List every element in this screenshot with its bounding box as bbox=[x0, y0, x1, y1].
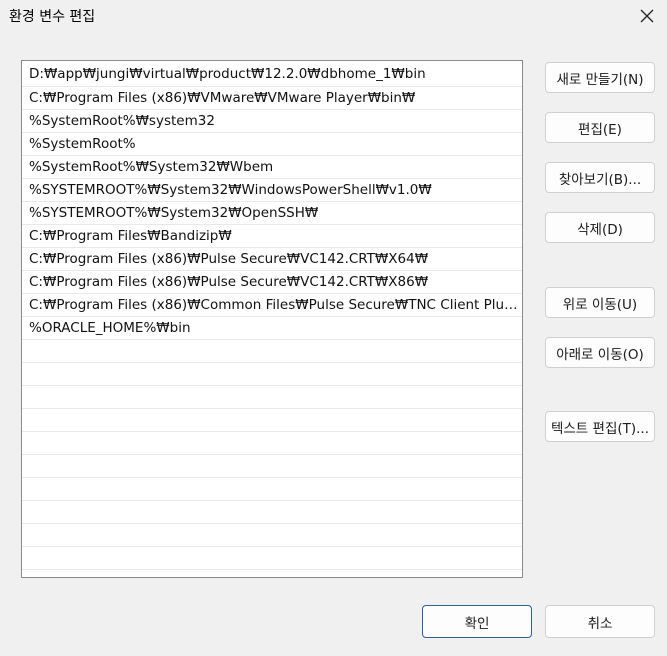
empty-row[interactable] bbox=[22, 409, 522, 432]
empty-row[interactable] bbox=[22, 386, 522, 409]
list-item[interactable]: %ORACLE_HOME%₩bin bbox=[22, 317, 522, 340]
list-item[interactable]: %SystemRoot% bbox=[22, 133, 522, 156]
ok-button[interactable]: 확인 bbox=[422, 605, 532, 638]
empty-row[interactable] bbox=[22, 478, 522, 501]
list-item[interactable]: C:₩Program Files₩Bandizip₩ bbox=[22, 225, 522, 248]
close-button[interactable] bbox=[631, 2, 663, 30]
empty-row[interactable] bbox=[22, 340, 522, 363]
cancel-button[interactable]: 취소 bbox=[545, 605, 655, 638]
browse-button[interactable]: 찾아보기(B)... bbox=[545, 162, 655, 193]
empty-row[interactable] bbox=[22, 501, 522, 524]
empty-row[interactable] bbox=[22, 455, 522, 478]
list-item[interactable]: %SystemRoot%₩System32₩Wbem bbox=[22, 156, 522, 179]
new-button[interactable]: 새로 만들기(N) bbox=[545, 62, 655, 93]
edit-button[interactable]: 편집(E) bbox=[545, 112, 655, 143]
list-item[interactable]: %SYSTEMROOT%₩System32₩WindowsPowerShell₩… bbox=[22, 179, 522, 202]
move-up-button[interactable]: 위로 이동(U) bbox=[545, 287, 655, 318]
close-icon bbox=[640, 9, 654, 23]
empty-row[interactable] bbox=[22, 524, 522, 547]
list-item[interactable]: %SYSTEMROOT%₩System32₩OpenSSH₩ bbox=[22, 202, 522, 225]
path-list[interactable]: D:₩app₩jungi₩virtual₩product₩12.2.0₩dbho… bbox=[21, 60, 523, 578]
edit-text-button[interactable]: 텍스트 편집(T)... bbox=[545, 411, 655, 442]
list-item[interactable]: C:₩Program Files (x86)₩VMware₩VMware Pla… bbox=[22, 87, 522, 110]
title-bar: 환경 변수 편집 bbox=[0, 0, 667, 36]
move-down-button[interactable]: 아래로 이동(O) bbox=[545, 337, 655, 368]
list-item[interactable]: D:₩app₩jungi₩virtual₩product₩12.2.0₩dbho… bbox=[22, 61, 522, 87]
list-item[interactable]: C:₩Program Files (x86)₩Common Files₩Puls… bbox=[22, 294, 522, 317]
empty-row[interactable] bbox=[22, 432, 522, 455]
window-title: 환경 변수 편집 bbox=[9, 9, 96, 25]
empty-row[interactable] bbox=[22, 363, 522, 386]
list-item[interactable]: C:₩Program Files (x86)₩Pulse Secure₩VC14… bbox=[22, 271, 522, 294]
list-item[interactable]: %SystemRoot%₩system32 bbox=[22, 110, 522, 133]
empty-row[interactable] bbox=[22, 547, 522, 570]
delete-button[interactable]: 삭제(D) bbox=[545, 212, 655, 243]
list-item[interactable]: C:₩Program Files (x86)₩Pulse Secure₩VC14… bbox=[22, 248, 522, 271]
